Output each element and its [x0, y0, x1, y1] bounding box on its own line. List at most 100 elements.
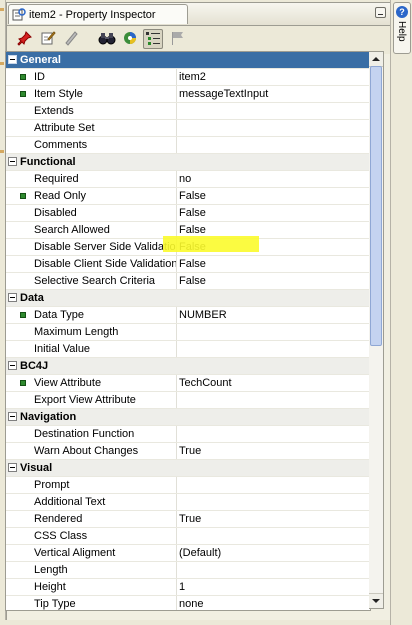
property-row[interactable]: Warn About Changes True	[6, 443, 370, 460]
property-value-cell[interactable]: no	[178, 171, 370, 187]
edit-button[interactable]	[38, 29, 58, 49]
property-row[interactable]: Destination Function	[6, 426, 370, 443]
property-value-cell[interactable]	[178, 494, 370, 510]
pin-button[interactable]	[15, 29, 35, 49]
property-value-cell[interactable]	[178, 392, 370, 408]
property-value-cell[interactable]	[178, 562, 370, 578]
collapse-toggle-icon[interactable]	[8, 463, 17, 472]
category-label: Data	[20, 292, 44, 304]
property-row[interactable]: Data Type NUMBER	[6, 307, 370, 324]
collapse-toggle-icon[interactable]	[8, 55, 17, 64]
property-row[interactable]: Prompt	[6, 477, 370, 494]
property-row[interactable]: Initial Value	[6, 341, 370, 358]
property-value-cell[interactable]: messageTextInput	[178, 86, 370, 102]
property-row[interactable]: Export View Attribute	[6, 392, 370, 409]
scroll-up-button[interactable]	[369, 52, 383, 67]
tab-property-inspector[interactable]: item2 - Property Inspector	[8, 4, 188, 24]
property-value-cell[interactable]: True	[178, 511, 370, 527]
category-row[interactable]: Data	[6, 290, 370, 307]
category-label: Visual	[20, 462, 53, 474]
property-value-cell[interactable]	[178, 103, 370, 119]
help-label: Help	[396, 21, 407, 42]
property-row[interactable]: Tip Type none	[6, 596, 370, 610]
property-value-cell[interactable]	[178, 426, 370, 442]
property-label: Item Style	[34, 88, 83, 100]
property-row[interactable]: ID item2	[6, 69, 370, 86]
edit-icon	[40, 30, 56, 49]
property-value-cell[interactable]: False	[178, 273, 370, 289]
category-label: Functional	[20, 156, 76, 168]
property-row[interactable]: Required no	[6, 171, 370, 188]
property-name-cell: Search Allowed	[6, 222, 177, 238]
category-row[interactable]: Navigation	[6, 409, 370, 426]
property-value-cell[interactable]	[178, 120, 370, 136]
property-value-cell[interactable]: TechCount	[178, 375, 370, 391]
property-row[interactable]: Item Style messageTextInput	[6, 86, 370, 103]
property-row[interactable]: Attribute Set	[6, 120, 370, 137]
right-dock-strip: ? Help	[390, 0, 412, 625]
property-name-cell: Export View Attribute	[6, 392, 177, 408]
property-row[interactable]: Disabled False	[6, 205, 370, 222]
property-row[interactable]: Disable Client Side Validation False	[6, 256, 370, 273]
property-row[interactable]: Extends	[6, 103, 370, 120]
property-value-cell[interactable]: item2	[178, 69, 370, 85]
category-row[interactable]: Functional	[6, 154, 370, 171]
pencil-button[interactable]	[61, 29, 81, 49]
property-value-cell[interactable]	[178, 324, 370, 340]
property-value-cell[interactable]: NUMBER	[178, 307, 370, 323]
property-value-cell[interactable]	[178, 477, 370, 493]
category-header: Visual	[6, 460, 370, 476]
property-row[interactable]: Height 1	[6, 579, 370, 596]
category-label: Navigation	[20, 411, 77, 423]
collapse-toggle-icon[interactable]	[8, 293, 17, 302]
property-row[interactable]: Rendered True	[6, 511, 370, 528]
minimize-button[interactable]	[375, 7, 386, 18]
property-row[interactable]: Length	[6, 562, 370, 579]
vertical-scrollbar[interactable]	[369, 51, 384, 609]
category-row[interactable]: Visual	[6, 460, 370, 477]
category-row[interactable]: BC4J	[6, 358, 370, 375]
collapse-toggle-icon[interactable]	[8, 412, 17, 421]
property-value-cell[interactable]	[178, 528, 370, 544]
property-value-cell[interactable]	[178, 341, 370, 357]
property-label: Required	[34, 173, 79, 185]
property-row[interactable]: View Attribute TechCount	[6, 375, 370, 392]
collapse-toggle-icon[interactable]	[8, 157, 17, 166]
property-label: Additional Text	[34, 496, 106, 508]
find-button[interactable]	[97, 29, 117, 49]
scroll-down-button[interactable]	[369, 593, 383, 608]
category-row[interactable]: General	[6, 52, 370, 69]
property-name-cell: Comments	[6, 137, 177, 153]
property-value-cell[interactable]	[178, 137, 370, 153]
property-label: Disabled	[34, 207, 77, 219]
property-value-cell[interactable]: False	[178, 256, 370, 272]
color-button[interactable]	[120, 29, 140, 49]
property-value-cell[interactable]: False	[178, 205, 370, 221]
property-name-cell: Extends	[6, 103, 177, 119]
property-value-cell[interactable]: True	[178, 443, 370, 459]
property-name-cell: Destination Function	[6, 426, 177, 442]
property-row[interactable]: Read Only False	[6, 188, 370, 205]
collapse-toggle-icon[interactable]	[8, 361, 17, 370]
property-row[interactable]: Additional Text	[6, 494, 370, 511]
flag-button[interactable]	[167, 29, 187, 49]
property-label: Read Only	[34, 190, 86, 202]
help-tab[interactable]: ? Help	[393, 2, 411, 54]
property-label: Disable Server Side Validation	[34, 241, 177, 253]
property-name-cell: Length	[6, 562, 177, 578]
property-row[interactable]: Selective Search Criteria False	[6, 273, 370, 290]
required-marker-icon	[20, 380, 26, 386]
property-row[interactable]: CSS Class	[6, 528, 370, 545]
property-row[interactable]: Maximum Length	[6, 324, 370, 341]
property-row[interactable]: Vertical Aligment (Default)	[6, 545, 370, 562]
property-value-cell[interactable]: none	[178, 596, 370, 610]
flag-icon	[169, 30, 185, 49]
tab-title: item2 - Property Inspector	[29, 8, 156, 21]
property-value-cell[interactable]: 1	[178, 579, 370, 595]
property-value-cell[interactable]: (Default)	[178, 545, 370, 561]
property-label: Height	[34, 581, 66, 593]
categorized-view-button[interactable]	[143, 29, 163, 49]
scroll-thumb[interactable]	[370, 66, 382, 346]
property-value-cell[interactable]: False	[178, 188, 370, 204]
property-row[interactable]: Comments	[6, 137, 370, 154]
